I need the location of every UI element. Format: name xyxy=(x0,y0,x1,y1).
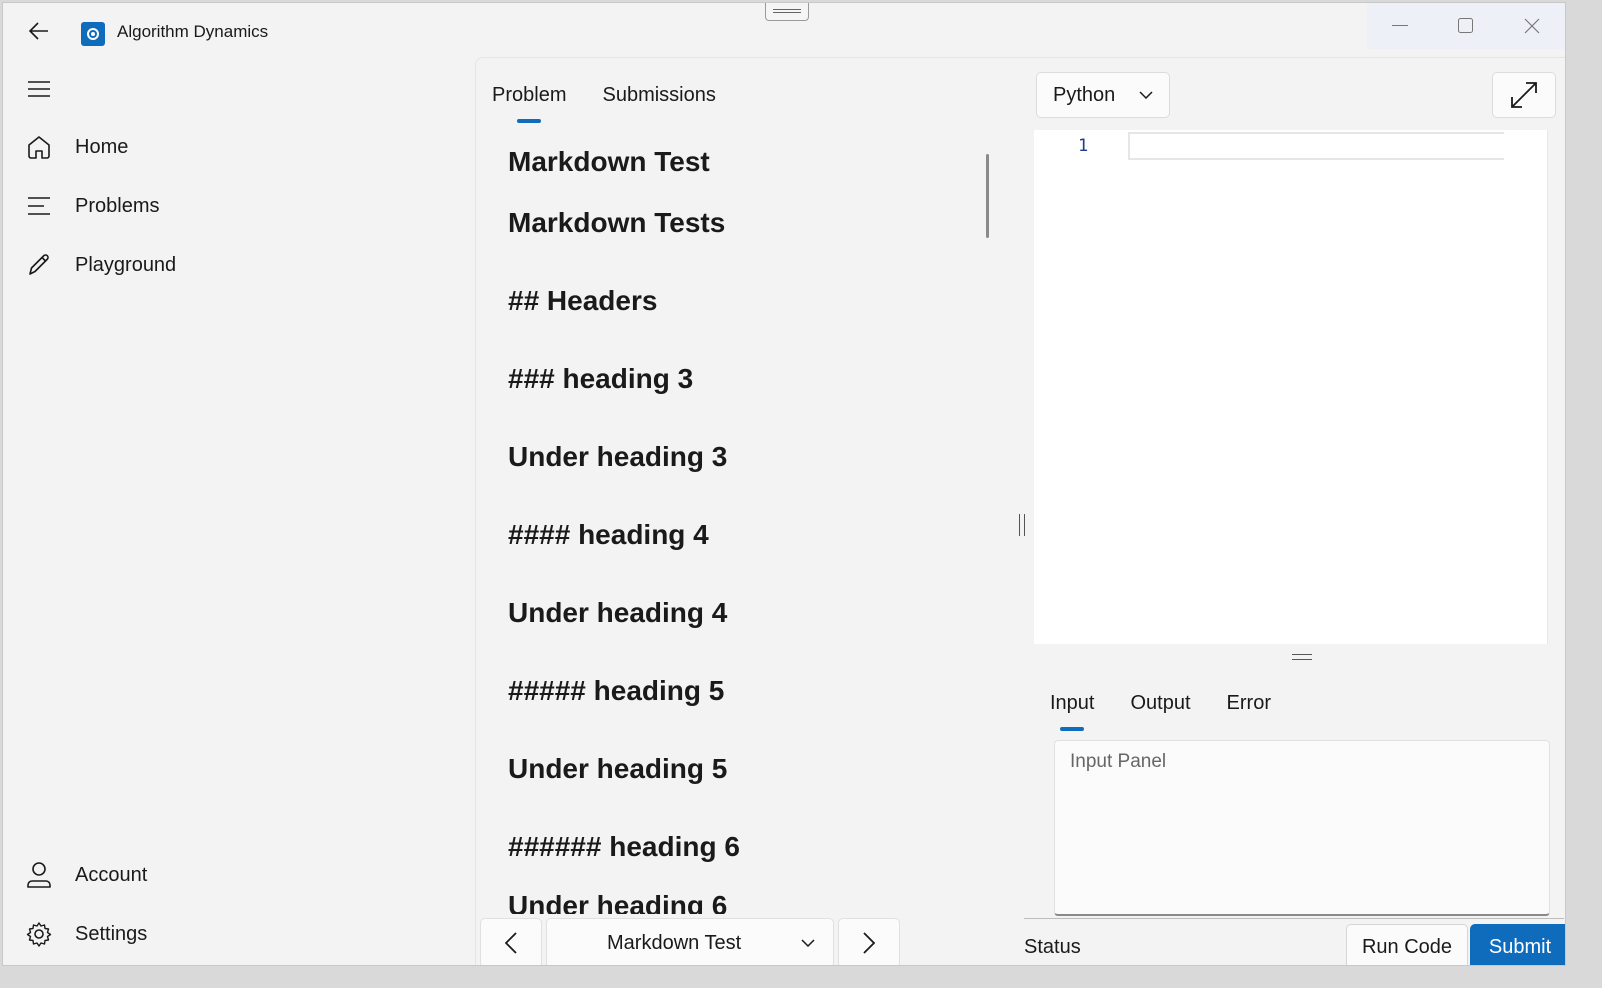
problem-tabs: Problem Submissions xyxy=(492,84,752,107)
markdown-heading: ## Headers xyxy=(508,285,658,316)
chevron-down-icon xyxy=(1139,91,1153,99)
io-tabs: Input Output Error xyxy=(1050,692,1307,715)
sidebar-item-label: Problems xyxy=(75,194,160,217)
hamburger-icon xyxy=(28,81,50,97)
selected-language: Python xyxy=(1053,83,1116,106)
sidebar-item-label: Settings xyxy=(75,922,148,945)
markdown-heading: Under heading 3 xyxy=(508,441,728,472)
maximize-button[interactable] xyxy=(1433,3,1499,49)
line-number: 1 xyxy=(1078,136,1089,156)
status-divider xyxy=(1024,918,1564,919)
title-bar: Algorithm Dynamics xyxy=(3,3,1565,59)
markdown-heading: Under heading 6 xyxy=(508,890,728,914)
run-code-button[interactable]: Run Code xyxy=(1346,924,1468,965)
vertical-splitter[interactable] xyxy=(1019,514,1025,536)
markdown-heading: #### heading 4 xyxy=(508,519,709,550)
problem-select[interactable]: Markdown Test xyxy=(546,918,834,965)
person-icon xyxy=(25,861,53,889)
next-problem-button[interactable] xyxy=(838,918,900,965)
tab-output[interactable]: Output xyxy=(1130,692,1190,715)
markdown-heading: Markdown Test xyxy=(508,146,710,177)
language-select[interactable]: Python xyxy=(1036,72,1170,118)
sidebar-item-label: Account xyxy=(75,863,148,886)
close-button[interactable] xyxy=(1499,3,1565,49)
sidebar-item-label: Home xyxy=(75,135,129,158)
main-content: Problem Submissions Markdown Test Markdo… xyxy=(475,57,1565,965)
close-icon xyxy=(1524,18,1540,34)
list-icon xyxy=(25,192,53,220)
submit-button[interactable]: Submit xyxy=(1470,924,1565,965)
expand-editor-button[interactable] xyxy=(1492,72,1556,118)
home-icon xyxy=(25,133,53,161)
markdown-heading: Markdown Tests xyxy=(508,207,726,238)
expand-icon xyxy=(1511,82,1537,108)
previous-problem-button[interactable] xyxy=(480,918,542,965)
app-title: Algorithm Dynamics xyxy=(117,22,269,41)
sidebar-item-account[interactable]: Account xyxy=(25,855,147,895)
tab-submissions[interactable]: Submissions xyxy=(602,84,715,107)
back-arrow-icon xyxy=(29,22,48,40)
markdown-heading: ### heading 3 xyxy=(508,363,694,394)
current-line-highlight xyxy=(1128,132,1504,160)
selected-problem: Markdown Test xyxy=(607,931,742,954)
maximize-icon xyxy=(1458,18,1473,33)
chevron-down-icon xyxy=(801,939,815,947)
chevron-left-icon xyxy=(505,932,517,954)
chevron-right-icon xyxy=(863,932,875,954)
markdown-heading: ##### heading 5 xyxy=(508,675,725,706)
sidebar-item-playground[interactable]: Playground xyxy=(25,245,176,285)
app-window: Algorithm Dynamics Home Problems Playgro… xyxy=(2,2,1566,966)
sidebar-item-label: Playground xyxy=(75,253,177,276)
markdown-heading: Under heading 4 xyxy=(508,597,728,628)
pencil-icon xyxy=(25,251,53,279)
top-drag-handle[interactable] xyxy=(765,3,809,21)
sidebar-item-settings[interactable]: Settings xyxy=(25,914,147,954)
menu-toggle-button[interactable] xyxy=(27,79,55,103)
minimize-icon xyxy=(1392,25,1408,26)
tab-problem[interactable]: Problem xyxy=(492,84,566,107)
problem-description: Markdown Test Markdown Tests ## Headers … xyxy=(476,138,1016,914)
markdown-heading: ###### heading 6 xyxy=(508,831,740,862)
markdown-heading: Under heading 5 xyxy=(508,753,728,784)
sidebar-item-home[interactable]: Home xyxy=(25,127,128,167)
status-label: Status xyxy=(1024,936,1081,958)
input-textarea[interactable] xyxy=(1070,751,1534,904)
tab-error[interactable]: Error xyxy=(1227,692,1271,715)
sidebar-item-problems[interactable]: Problems xyxy=(25,186,159,226)
minimize-button[interactable] xyxy=(1367,3,1433,49)
tab-input[interactable]: Input xyxy=(1050,692,1094,715)
code-editor[interactable]: 1 xyxy=(1034,130,1548,644)
input-panel xyxy=(1054,740,1550,916)
app-logo-icon xyxy=(81,22,105,46)
description-scrollbar[interactable] xyxy=(986,154,989,238)
gear-icon xyxy=(25,920,53,948)
horizontal-splitter[interactable] xyxy=(1292,654,1312,660)
window-controls xyxy=(1367,3,1565,49)
back-button[interactable] xyxy=(19,15,59,47)
